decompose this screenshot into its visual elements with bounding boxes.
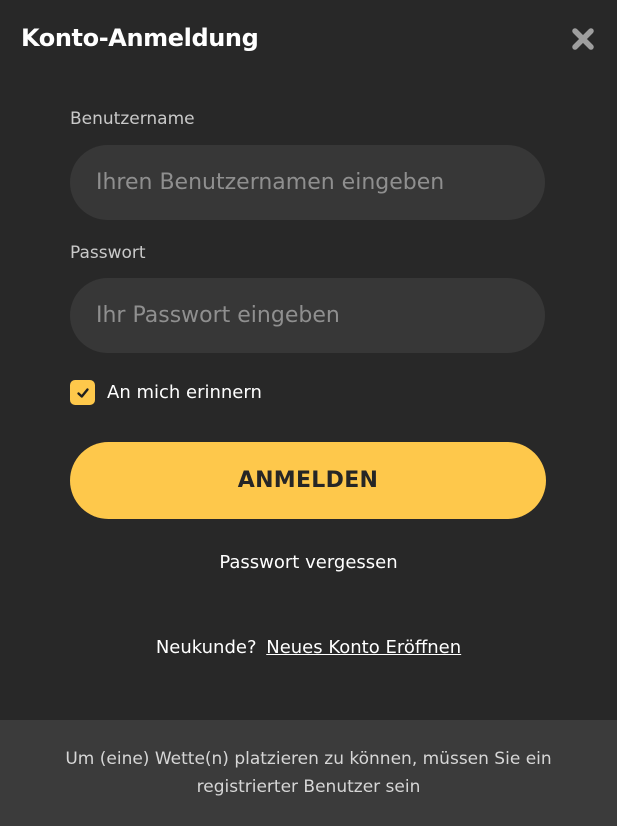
login-button[interactable]: ANMELDEN: [70, 442, 546, 519]
remember-me-label: An mich erinnern: [107, 382, 262, 403]
close-button[interactable]: [568, 24, 598, 54]
register-prompt: Neukunde?: [155, 637, 257, 658]
close-icon: [572, 28, 594, 50]
checkmark-icon: [76, 387, 89, 398]
open-account-link[interactable]: Neues Konto Eröffnen: [266, 637, 461, 658]
login-modal: Konto-Anmeldung Benutzername Passwort An…: [0, 0, 617, 826]
remember-me-checkbox[interactable]: [70, 380, 95, 405]
username-input[interactable]: [70, 145, 545, 220]
password-label: Passwort: [70, 243, 146, 263]
forgot-password-link[interactable]: Passwort vergessen: [0, 552, 617, 573]
password-input[interactable]: [70, 278, 545, 353]
remember-me-row[interactable]: An mich erinnern: [70, 380, 262, 405]
footer-notice-bar: Um (eine) Wette(n) platzieren zu können,…: [0, 720, 617, 826]
username-label: Benutzername: [70, 109, 195, 129]
register-row: Neukunde? Neues Konto Eröffnen: [0, 637, 617, 658]
footer-notice-text: Um (eine) Wette(n) platzieren zu können,…: [65, 749, 552, 797]
modal-title: Konto-Anmeldung: [21, 24, 259, 52]
